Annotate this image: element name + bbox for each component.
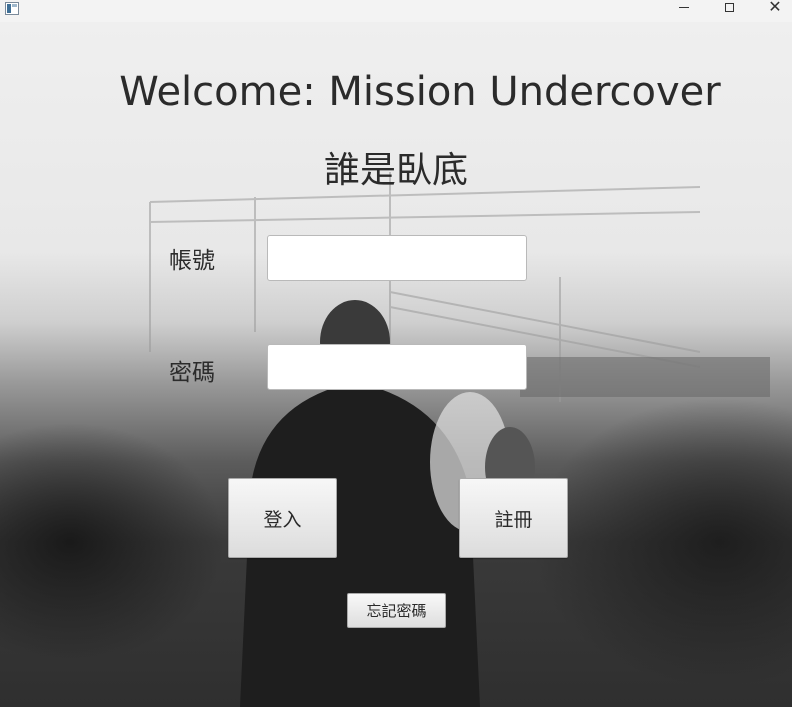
login-button[interactable]: 登入 [228,478,337,558]
password-label: 密碼 [169,360,215,386]
account-input[interactable] [267,235,527,281]
page-title: Welcome: Mission Undercover [119,69,721,115]
forgot-password-button[interactable]: 忘記密碼 [347,593,446,628]
account-label: 帳號 [169,248,215,274]
maximize-icon [724,2,734,12]
maximize-button[interactable] [706,0,752,14]
page-subtitle: 誰是臥底 [323,150,468,191]
window-titlebar: ✕ [0,0,792,22]
close-icon: ✕ [768,0,782,16]
password-input[interactable] [267,344,527,390]
minimize-button[interactable] [661,0,707,14]
register-button[interactable]: 註冊 [459,478,568,558]
minimize-icon [679,6,689,8]
background-photo: Welcome: Mission Undercover 誰是臥底 帳號 密碼 登… [0,22,792,707]
close-button[interactable]: ✕ [752,0,792,16]
app-icon [5,2,19,15]
